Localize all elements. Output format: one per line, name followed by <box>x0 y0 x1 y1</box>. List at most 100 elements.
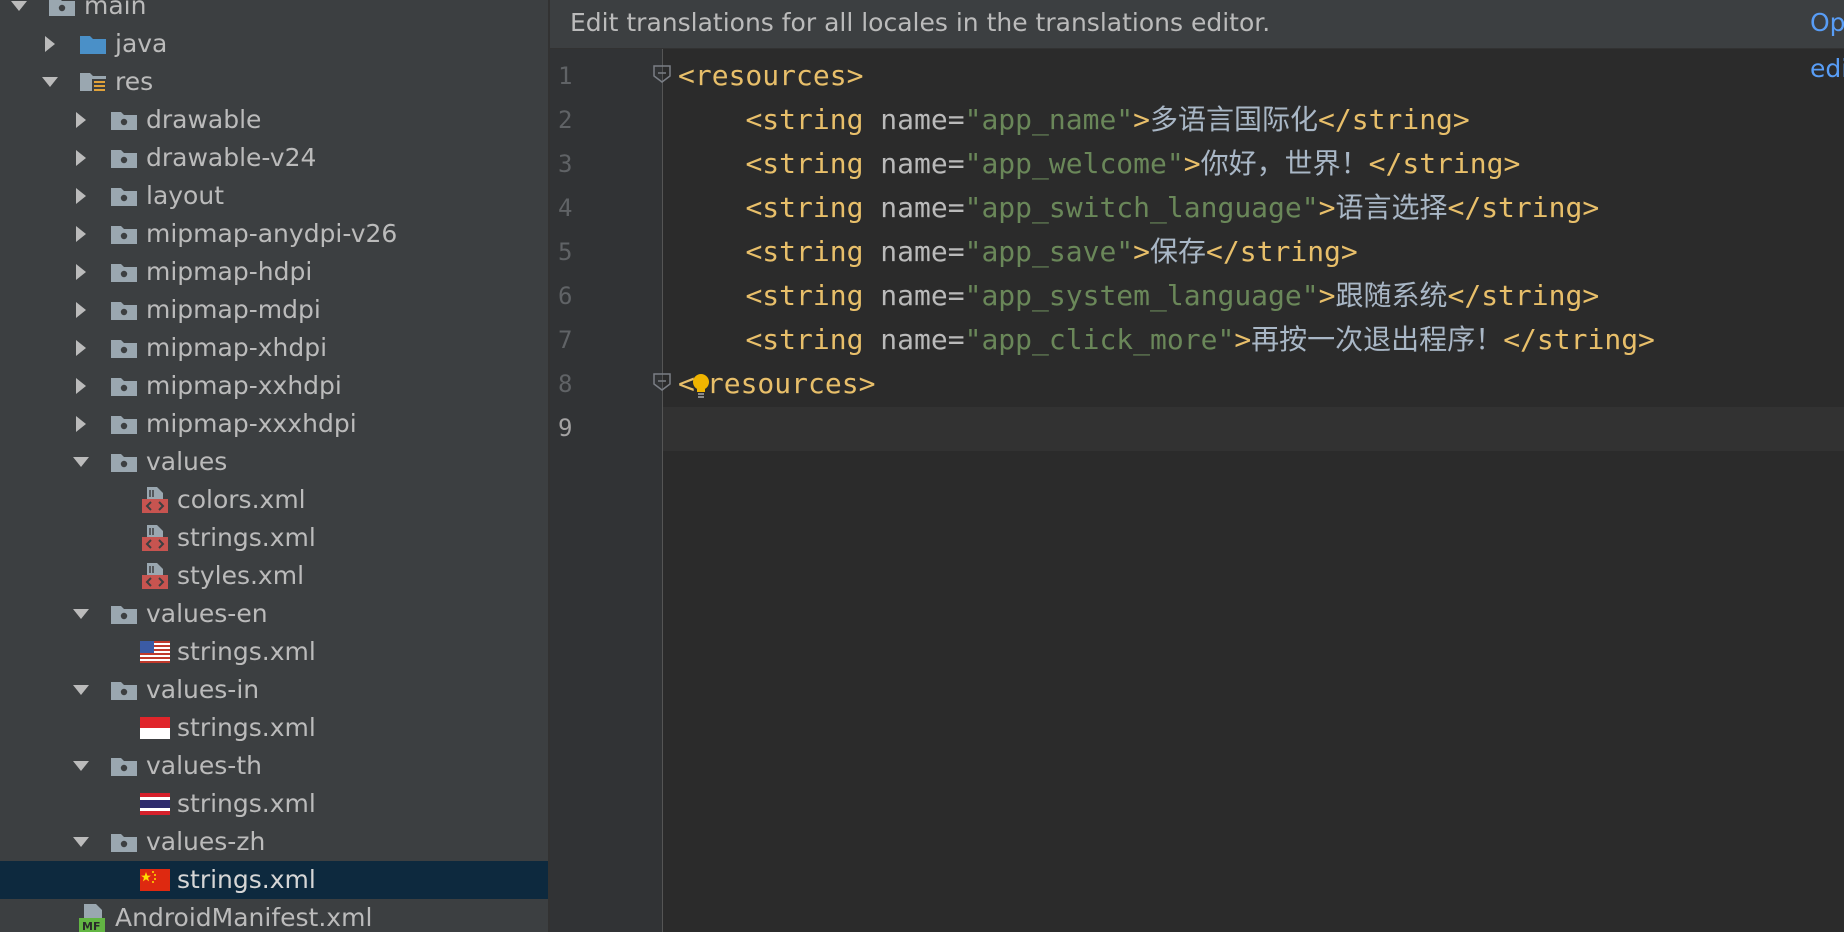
expand-arrow-right-icon[interactable] <box>70 299 92 321</box>
tree-row-layout[interactable]: layout <box>0 177 548 215</box>
code-token: <string <box>745 279 881 312</box>
tree-row-values-en[interactable]: values-en <box>0 595 548 633</box>
tree-row-values-in[interactable]: values-in <box>0 671 548 709</box>
folder-icon <box>46 0 78 20</box>
tree-row-label: mipmap-hdpi <box>146 257 313 286</box>
tree-row-values-zh[interactable]: values-zh <box>0 823 548 861</box>
expand-arrow-right-icon[interactable] <box>70 337 92 359</box>
fold-guide <box>662 49 663 932</box>
code-line[interactable]: <resources> <box>678 362 875 406</box>
expand-arrow-down-icon[interactable] <box>39 71 61 93</box>
tree-row-label: styles.xml <box>177 561 305 590</box>
expand-arrow-right-icon[interactable] <box>70 109 92 131</box>
code-token: "app_system_language" <box>964 279 1319 312</box>
banner-text: Edit translations for all locales in the… <box>570 8 1271 37</box>
tree-row-strings-xml[interactable]: strings.xml <box>0 785 548 823</box>
expand-arrow-down-icon[interactable] <box>70 451 92 473</box>
code-line[interactable]: <string name="app_click_more">再按一次退出程序！<… <box>678 318 1654 362</box>
code-line[interactable]: <string name="app_save">保存</string> <box>678 230 1357 274</box>
line-number: 1 <box>558 62 573 90</box>
expand-arrow-down-icon[interactable] <box>70 603 92 625</box>
code-token: "app_switch_language" <box>964 191 1319 224</box>
code-line[interactable]: <resources> <box>678 54 863 98</box>
tree-row-label: values-in <box>146 675 260 704</box>
code-token: </string> <box>1447 279 1600 312</box>
code-token: > <box>1318 191 1336 224</box>
tree-row-label: AndroidManifest.xml <box>115 903 373 932</box>
expand-arrow-right-icon[interactable] <box>70 185 92 207</box>
code-token: > <box>1318 279 1336 312</box>
tree-row-strings-xml[interactable]: strings.xml <box>0 709 548 747</box>
expand-arrow-right-icon[interactable] <box>70 375 92 397</box>
code-token: > <box>1234 323 1252 356</box>
xml-file-icon <box>139 524 171 552</box>
tree-row-mipmap-xhdpi[interactable]: mipmap-xhdpi <box>0 329 548 367</box>
open-editor-link[interactable]: Open editor <box>1810 0 1844 92</box>
tree-row-main[interactable]: main <box>0 0 548 25</box>
expand-arrow-right-icon[interactable] <box>39 33 61 55</box>
line-number: 6 <box>558 282 573 310</box>
tree-row-label: strings.xml <box>177 865 316 894</box>
code-token: "app_save" <box>964 235 1134 268</box>
fold-close-icon[interactable] <box>652 372 672 392</box>
expand-arrow-down-icon[interactable] <box>8 0 30 17</box>
tree-row-mipmap-hdpi[interactable]: mipmap-hdpi <box>0 253 548 291</box>
line-number: 3 <box>558 150 573 178</box>
tree-row-mipmap-xxxhdpi[interactable]: mipmap-xxxhdpi <box>0 405 548 443</box>
code-token: </string> <box>1447 191 1600 224</box>
tree-row-strings-xml[interactable]: strings.xml <box>0 519 548 557</box>
tree-row-values[interactable]: values <box>0 443 548 481</box>
code-token: "app_click_more" <box>964 323 1235 356</box>
code-line[interactable]: <string name="app_name">多语言国际化</string> <box>678 98 1469 142</box>
line-number: 2 <box>558 106 573 134</box>
expand-arrow-right-icon[interactable] <box>70 223 92 245</box>
tree-row-mipmap-anydpi-v26[interactable]: mipmap-anydpi-v26 <box>0 215 548 253</box>
tree-row-strings-xml[interactable]: strings.xml <box>0 633 548 671</box>
tree-row-java[interactable]: java <box>0 25 548 63</box>
code-token: <string <box>745 191 881 224</box>
tree-row-label: values-th <box>146 751 262 780</box>
tree-row-styles-xml[interactable]: styles.xml <box>0 557 548 595</box>
folder-icon <box>108 106 140 134</box>
tree-row-mipmap-mdpi[interactable]: mipmap-mdpi <box>0 291 548 329</box>
tree-row-colors-xml[interactable]: colors.xml <box>0 481 548 519</box>
tree-row-drawable-v24[interactable]: drawable-v24 <box>0 139 548 177</box>
expand-arrow-down-icon[interactable] <box>70 755 92 777</box>
line-number: 9 <box>558 414 573 442</box>
code-token: 再按一次退出程序！ <box>1251 323 1504 356</box>
tree-row-androidmanifest-xml[interactable]: MF AndroidManifest.xml <box>0 899 548 932</box>
tree-row-res[interactable]: res <box>0 63 548 101</box>
tree-row-label: mipmap-mdpi <box>146 295 321 324</box>
tree-row-drawable[interactable]: drawable <box>0 101 548 139</box>
tree-row-label: res <box>115 67 154 96</box>
code-line[interactable]: <string name="app_switch_language">语言选择<… <box>678 186 1599 230</box>
line-number: 5 <box>558 238 573 266</box>
code-token: > <box>1133 103 1151 136</box>
tree-row-values-th[interactable]: values-th <box>0 747 548 785</box>
folder-icon <box>108 448 140 476</box>
tree-row-strings-xml[interactable]: strings.xml <box>0 861 548 899</box>
fold-open-icon[interactable] <box>652 64 672 84</box>
code-token: <resources> <box>678 59 864 92</box>
intention-bulb-icon[interactable] <box>689 370 713 400</box>
expand-arrow-down-icon[interactable] <box>70 831 92 853</box>
code-line[interactable]: <string name="app_system_language">跟随系统<… <box>678 274 1599 318</box>
code-token: 保存 <box>1150 235 1207 268</box>
expand-arrow-right-icon[interactable] <box>70 413 92 435</box>
tree-row-mipmap-xxhdpi[interactable]: mipmap-xxhdpi <box>0 367 548 405</box>
tree-row-label: strings.xml <box>177 523 316 552</box>
us-flag-icon <box>139 638 171 666</box>
expand-arrow-right-icon[interactable] <box>70 147 92 169</box>
code-line[interactable]: <string name="app_welcome">你好，世界！</strin… <box>678 142 1520 186</box>
code-token: name= <box>880 191 965 224</box>
expand-arrow-down-icon[interactable] <box>70 679 92 701</box>
expand-arrow-right-icon[interactable] <box>70 261 92 283</box>
tree-row-label: drawable-v24 <box>146 143 317 172</box>
